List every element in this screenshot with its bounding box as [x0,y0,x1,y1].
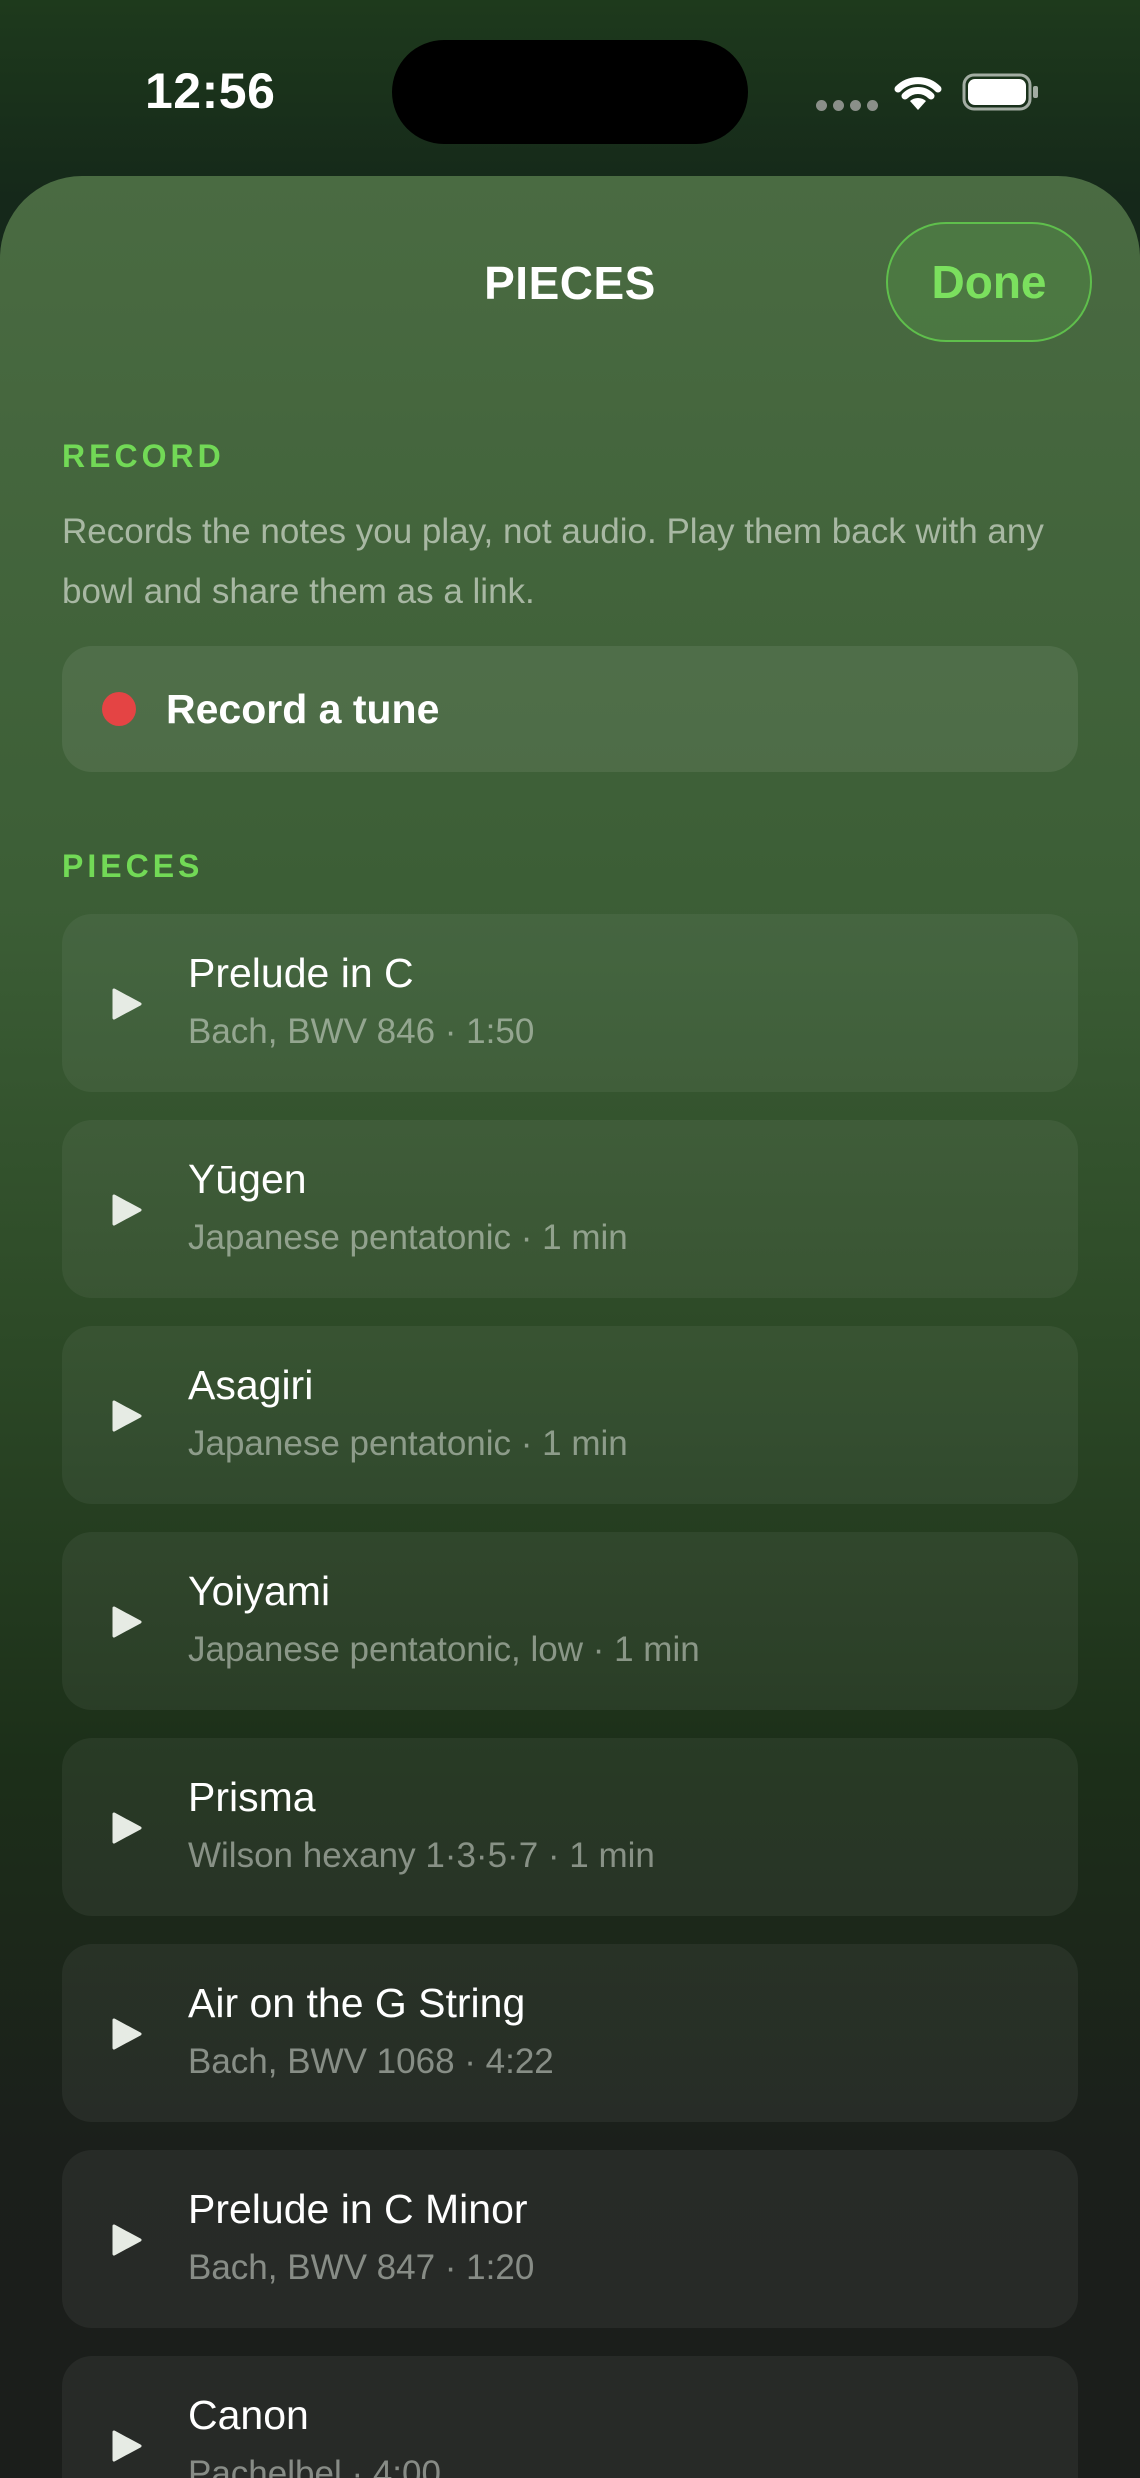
status-time: 12:56 [145,63,276,119]
piece-subtitle: Bach, BWV 1068 · 4:22 [188,2042,554,2081]
piece-title: Asagiri [188,1362,314,1408]
piece-title: Yūgen [188,1156,307,1202]
record-description: Records the notes you play, not audio. P… [62,512,1044,611]
piece-title: Yoiyami [188,1568,331,1614]
play-icon[interactable] [112,2018,142,2050]
piece-row[interactable]: Air on the G String Bach, BWV 1068 · 4:2… [62,1944,1078,2122]
app-screen: 12:56 PIECES Done RECORD Records the not… [0,0,1140,2478]
record-section-header: RECORD [62,438,225,474]
piece-subtitle: Japanese pentatonic · 1 min [188,1424,628,1463]
piece-subtitle: Bach, BWV 847 · 1:20 [188,2248,535,2287]
battery-icon [962,73,1038,111]
piece-row[interactable]: Yūgen Japanese pentatonic · 1 min [62,1120,1078,1298]
piece-title: Air on the G String [188,1980,526,2026]
piece-row[interactable]: Asagiri Japanese pentatonic · 1 min [62,1326,1078,1504]
record-dot-icon [102,692,136,726]
piece-row[interactable]: Yoiyami Japanese pentatonic, low · 1 min [62,1532,1078,1710]
cellular-signal-icon [816,100,878,111]
record-tune-button[interactable]: Record a tune [62,646,1078,772]
piece-row[interactable]: Prelude in C Bach, BWV 846 · 1:50 [62,914,1078,1092]
piece-title: Prisma [188,1774,316,1820]
record-tune-label: Record a tune [166,685,440,732]
piece-row[interactable]: Prisma Wilson hexany 1·3·5·7 · 1 min [62,1738,1078,1916]
play-icon[interactable] [112,1812,142,1844]
piece-row[interactable]: Prelude in C Minor Bach, BWV 847 · 1:20 [62,2150,1078,2328]
piece-row[interactable]: Canon Pachelbel · 4:00 [62,2356,1078,2478]
done-button[interactable]: Done [886,222,1092,342]
play-icon[interactable] [112,988,142,1020]
piece-title: Prelude in C [188,950,414,996]
play-icon[interactable] [112,2430,142,2462]
piece-subtitle: Wilson hexany 1·3·5·7 · 1 min [188,1836,655,1875]
piece-title: Prelude in C Minor [188,2186,528,2232]
play-icon[interactable] [112,1400,142,1432]
piece-subtitle: Pachelbel · 4:00 [188,2454,441,2478]
pieces-section-header: PIECES [62,848,204,884]
status-bar: 12:56 [0,0,1140,180]
pieces-sheet: PIECES Done RECORD Records the notes you… [0,176,1140,2478]
play-icon[interactable] [112,1194,142,1226]
piece-title: Canon [188,2392,309,2438]
piece-subtitle: Bach, BWV 846 · 1:50 [188,1012,535,1051]
wifi-icon [894,77,942,110]
play-icon[interactable] [112,1606,142,1638]
piece-subtitle: Japanese pentatonic, low · 1 min [188,1630,700,1669]
dynamic-island [392,40,748,144]
play-icon[interactable] [112,2224,142,2256]
piece-subtitle: Japanese pentatonic · 1 min [188,1218,628,1257]
